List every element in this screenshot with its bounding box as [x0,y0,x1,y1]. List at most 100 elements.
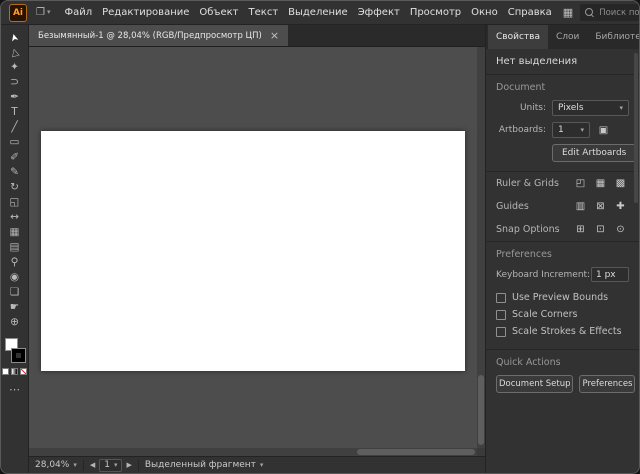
artboard-settings-icon[interactable]: ▣ [595,123,612,138]
menu-object[interactable]: Объект [194,4,243,21]
quick-actions-buttons: Document Setup Preferences [496,375,629,393]
eyedropper-tool[interactable]: ⚲ [3,255,27,270]
snap-to-pixel-button[interactable]: ⊡ [592,222,609,237]
guides-row: Guides ▥ ⊠ ✚ [486,195,639,218]
menubar-right: ▦ [563,4,640,21]
vertical-scrollbar[interactable] [477,47,485,448]
horizontal-scrollbar[interactable] [29,448,477,456]
artboards-value: 1 [558,125,564,135]
menu-effect[interactable]: Эффект [353,4,405,21]
units-dropdown[interactable]: Pixels ▾ [552,100,629,116]
illustrator-window: Ai ❐ ▾ Файл Редактирование Объект Текст … [0,0,640,474]
scrollbar-corner [477,448,485,456]
scale-corners-checkbox[interactable] [496,310,506,320]
keyboard-increment-input[interactable] [591,267,629,282]
scale-corners-label: Scale Corners [512,309,577,320]
preferences-button[interactable]: Preferences [579,375,635,393]
zoom-value: 28,04% [35,460,69,470]
menu-file[interactable]: Файл [59,4,97,21]
artboards-dropdown[interactable]: 1 ▾ [552,122,590,138]
illustrator-logo: Ai [9,4,27,22]
snap-options-label: Snap Options [496,224,560,235]
line-segment-tool[interactable]: ╱ [3,120,27,135]
status-indicator-dropdown[interactable]: Выделенный фрагмент ▾ [145,460,264,470]
app-grid-icon[interactable]: ▦ [563,6,573,19]
artboard-number-dropdown[interactable]: 1 ▾ [99,459,122,472]
selection-status-heading: Нет выделения [486,49,639,74]
previous-artboard-button[interactable]: ◀ [90,461,95,469]
use-preview-bounds-checkbox[interactable] [496,293,506,303]
none-mode-button[interactable] [20,368,27,375]
zoom-dropdown[interactable]: 28,04% ▾ [35,460,77,470]
chevron-down-icon: ▾ [580,127,584,134]
mesh-tool[interactable]: ▦ [3,225,27,240]
artboard-navigation: ◀ 1 ▾ ▶ [90,459,132,472]
artboard-tool[interactable]: ❏ [3,285,27,300]
snap-to-grid-button[interactable]: ⊞ [572,222,589,237]
units-label: Units: [496,103,546,113]
lasso-tool[interactable]: ⊃ [3,75,27,90]
rectangle-tool[interactable]: ▭ [3,135,27,150]
menu-type[interactable]: Текст [244,4,284,21]
gradient-mode-button[interactable] [11,368,18,375]
panel-tab-layers[interactable]: Слои [548,25,587,49]
help-search-input[interactable] [599,8,640,18]
menu-edit[interactable]: Редактирование [97,4,194,21]
chevron-down-icon: ▾ [114,462,118,469]
gradient-tool[interactable]: ▤ [3,240,27,255]
use-preview-bounds-label: Use Preview Bounds [512,292,608,303]
menu-help[interactable]: Справка [503,4,557,21]
document-section: Document Units: Pixels ▾ Artboards: 1 ▾ [486,75,639,171]
menu-view[interactable]: Просмотр [405,4,466,21]
chevron-down-icon: ▾ [47,9,51,16]
document-tab[interactable]: Безымянный-1 @ 28,04% (RGB/Предпросмотр … [29,25,288,46]
edit-toolbar-button[interactable]: ⋯ [9,383,20,396]
keyboard-increment-row: Keyboard Increment: [496,267,629,282]
snap-to-point-button[interactable]: ⊙ [612,222,629,237]
type-tool[interactable]: T [3,105,27,120]
document-setup-button[interactable]: Document Setup [496,375,573,393]
workspace-layout-icon: ❐ [36,7,45,18]
quick-actions-title: Quick Actions [496,357,629,368]
close-tab-icon[interactable]: × [270,30,279,41]
zoom-tool[interactable]: ⊕ [3,315,27,330]
lock-guides-button[interactable]: ⊠ [592,199,609,214]
paint-mode-buttons [2,368,27,375]
next-artboard-button[interactable]: ▶ [126,461,131,469]
guides-label: Guides [496,201,529,212]
rotate-tool[interactable]: ↻ [3,180,27,195]
smart-guides-button[interactable]: ✚ [612,199,629,214]
stroke-color-swatch[interactable] [12,349,25,362]
ruler-grids-buttons: ◰ ▦ ▩ [572,176,629,191]
show-rulers-button[interactable]: ◰ [572,176,589,191]
width-tool[interactable]: ↔ [3,210,27,225]
pen-tool[interactable]: ✒ [3,90,27,105]
vertical-scrollbar-thumb[interactable] [478,375,484,445]
show-grid-button[interactable]: ▦ [592,176,609,191]
panel-tab-libraries[interactable]: Библиотеки [587,25,640,49]
blend-tool[interactable]: ◉ [3,270,27,285]
hand-tool[interactable]: ☛ [3,300,27,315]
properties-panel: Свойства Слои Библиотеки Нет выделения D… [485,25,639,473]
paintbrush-tool[interactable]: ✐ [3,150,27,165]
scale-strokes-effects-checkbox[interactable] [496,327,506,337]
panel-scrollbar-thumb[interactable] [634,53,638,203]
scale-strokes-effects-label: Scale Strokes & Effects [512,326,622,337]
chevron-down-icon: ▾ [260,462,264,469]
show-guides-button[interactable]: ▥ [572,199,589,214]
menu-select[interactable]: Выделение [283,4,353,21]
edit-artboards-button[interactable]: Edit Artboards [552,144,636,162]
guides-buttons: ▥ ⊠ ✚ [572,199,629,214]
color-mode-button[interactable] [2,368,9,375]
scale-tool[interactable]: ◱ [3,195,27,210]
pencil-tool[interactable]: ✎ [3,165,27,180]
show-transparency-grid-button[interactable]: ▩ [612,176,629,191]
panel-tab-properties[interactable]: Свойства [488,25,548,49]
canvas[interactable] [29,47,485,456]
panel-body: Нет выделения Document Units: Pixels ▾ A… [486,49,639,473]
help-search-box[interactable] [580,4,640,21]
menu-window[interactable]: Окно [466,4,503,21]
scale-corners-row: Scale Corners [496,306,629,323]
horizontal-scrollbar-thumb[interactable] [357,449,475,455]
workspace-switcher-button[interactable]: ❐ ▾ [33,7,53,18]
